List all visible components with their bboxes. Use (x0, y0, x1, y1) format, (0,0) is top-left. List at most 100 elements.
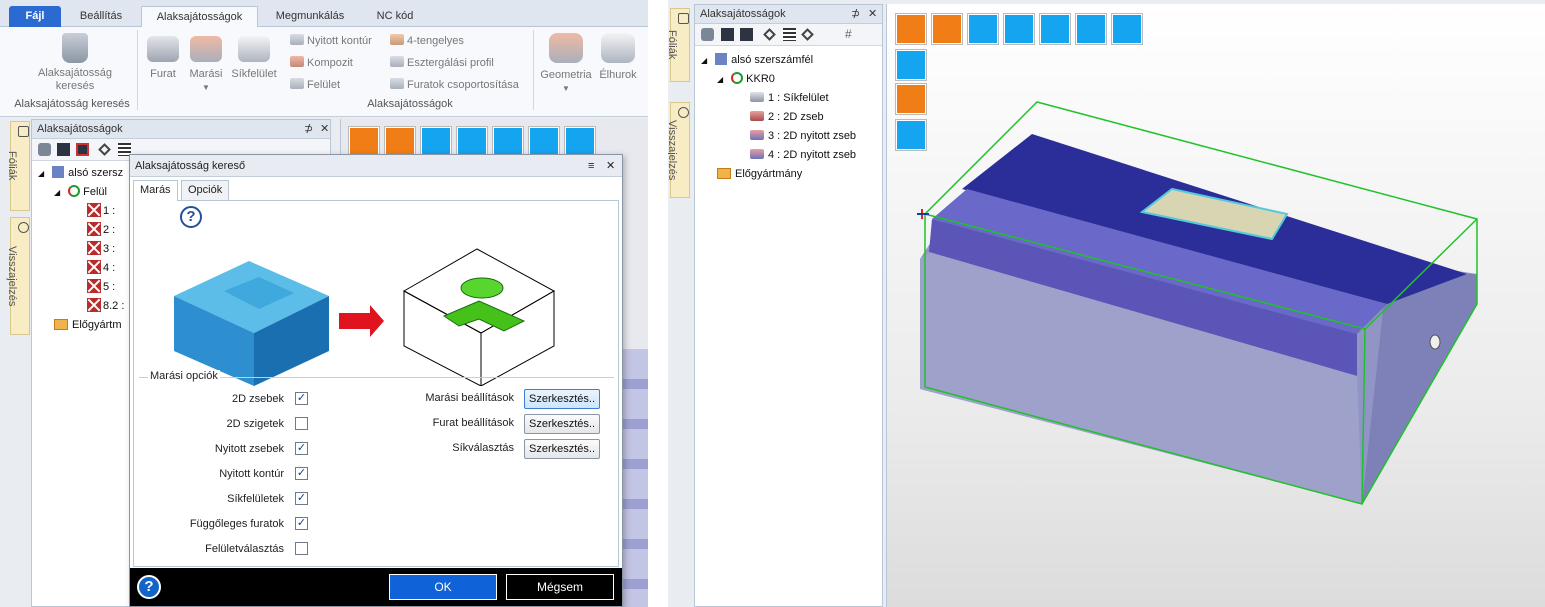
binoculars-icon (62, 33, 88, 63)
tree-root[interactable]: ◢ alsó szersz (38, 164, 123, 183)
pin-icon[interactable]: ⊅ (851, 5, 860, 24)
nyitott-kontur-button[interactable]: Nyitott kontúr (290, 32, 372, 50)
side-tab-foliak[interactable]: Fóliák (668, 8, 690, 82)
option-label: Síkfelületek (227, 493, 284, 505)
diamond-icon[interactable] (98, 143, 111, 156)
esztergalasi-profil-button[interactable]: Esztergálási profil (390, 54, 494, 72)
view-top-icon[interactable] (421, 127, 451, 157)
hash-icon[interactable]: # (845, 27, 858, 41)
zoom-icon[interactable] (493, 127, 523, 157)
panel-title-text: Alaksajátosságok (700, 8, 786, 20)
option-label: Nyitott kontúr (219, 468, 284, 480)
option-checkbox[interactable]: ✓ (295, 492, 308, 505)
option-checkbox[interactable]: ✓ (295, 392, 308, 405)
tab-beallitas[interactable]: Beállítás (68, 6, 134, 27)
kompozit-button[interactable]: Kompozit (290, 54, 353, 72)
view-front-icon[interactable] (385, 127, 415, 157)
pin-icon[interactable]: ⊅ (304, 120, 313, 139)
tree-feature-item[interactable]: 3 : (87, 240, 115, 259)
elhurok-button[interactable]: Élhurok (596, 33, 640, 82)
graphics-viewport[interactable] (886, 4, 1545, 607)
tree-feature-item[interactable]: 1 : Síkfelület (750, 89, 829, 108)
close-icon[interactable]: ✕ (868, 5, 877, 24)
tree-icon[interactable] (38, 143, 51, 156)
features-panel-title: Alaksajátosságok ⊅ ✕ (695, 5, 882, 24)
tree-elogyartmany[interactable]: Előgyártmány (717, 165, 802, 184)
turning-profile-icon (390, 56, 404, 67)
4-tengelyes-button[interactable]: 4-tengelyes (390, 32, 464, 50)
side-tab-visszajelzes[interactable]: Visszajelzés (668, 102, 690, 198)
furat-button[interactable]: Furat (144, 36, 182, 81)
stock-icon[interactable] (740, 28, 753, 41)
felulet-button[interactable]: Felület (290, 76, 340, 94)
close-icon[interactable]: ✕ (606, 155, 615, 177)
elhurok-label: Élhurok (599, 69, 637, 81)
view-tool-icon[interactable] (457, 127, 487, 157)
option-checkbox[interactable]: ✓ (295, 517, 308, 530)
feature-num: 1 : (768, 92, 781, 104)
search-feature-button[interactable]: Alaksajátosság keresés (22, 33, 128, 93)
search-button-label-2: keresés (55, 80, 95, 92)
layers-icon (678, 13, 689, 24)
tree-feature-item[interactable]: 4 : (87, 259, 115, 278)
stock-icon[interactable] (76, 143, 89, 156)
coordinate-icon (68, 185, 81, 197)
group-label: Marási opciók (148, 370, 220, 382)
tab-megmunkalas[interactable]: Megmunkálás (266, 6, 354, 27)
edit-furat-button[interactable]: Szerkesztés.. (524, 414, 600, 434)
sikfelulet-button[interactable]: Síkfelület (228, 36, 280, 81)
cancel-button[interactable]: Mégsem (506, 574, 614, 600)
option-checkbox[interactable] (295, 542, 308, 555)
close-icon[interactable]: ✕ (320, 120, 329, 139)
list-view-icon[interactable] (529, 127, 559, 157)
side-tab-visszajelzes[interactable]: Visszajelzés (6, 217, 30, 335)
cylinder-icon[interactable] (721, 28, 734, 41)
option-checkbox[interactable]: ✓ (295, 467, 308, 480)
felulet-label: Felület (307, 79, 341, 91)
tree-child[interactable]: ◢ Felül (54, 183, 107, 202)
option-checkbox[interactable]: ✓ (295, 442, 308, 455)
tab-alaksajatossagok[interactable]: Alaksajátosságok (141, 6, 258, 27)
tree-elogyartmany[interactable]: Előgyártm (54, 316, 122, 335)
option-label: 2D zsebek (232, 393, 284, 405)
tree-feature-item[interactable]: 8.2 : (87, 297, 124, 316)
list-icon[interactable] (783, 28, 796, 41)
tree-feature-item[interactable]: 2 : 2D zseb (750, 108, 824, 127)
tab-opciok[interactable]: Opciók (181, 180, 230, 200)
edge-loop-icon (601, 33, 635, 63)
tab-maras[interactable]: Marás (133, 180, 178, 201)
tree-root[interactable]: ◢ alsó szerszámfél (701, 51, 813, 70)
marasi-button[interactable]: Marási ▼ (186, 36, 226, 94)
tree-feature-item[interactable]: 2 : (87, 221, 115, 240)
tree-feature-item[interactable]: 3 : 2D nyitott zseb (750, 127, 856, 146)
features-panel: Alaksajátosságok ⊅ ✕ # ◢ alsó szerszámfél… (694, 4, 883, 607)
help-button[interactable]: ? (137, 575, 161, 599)
side-tab-foliak[interactable]: Fóliák (6, 121, 30, 211)
grid-icon[interactable] (565, 127, 595, 157)
option-label: 2D szigetek (226, 418, 284, 430)
tree-feature-item[interactable]: 4 : 2D nyitott zseb (750, 146, 856, 165)
tree-feature-item[interactable]: 1 : (87, 202, 115, 221)
plane-icon[interactable] (801, 28, 814, 41)
tree-icon[interactable] (701, 28, 714, 41)
ok-button[interactable]: OK (389, 574, 497, 600)
geometria-button[interactable]: Geometria ▼ (538, 33, 594, 95)
edit-sikvalasztas-button[interactable]: Szerkesztés.. (524, 439, 600, 459)
help-icon[interactable]: ? (180, 206, 202, 228)
edit-marasi-button[interactable]: Szerkesztés.. (524, 389, 600, 409)
furatok-csoportositasa-button[interactable]: Furatok csoportosítása (390, 76, 519, 94)
tree-child[interactable]: ◢ KKR0 (717, 70, 775, 89)
tab-fajl[interactable]: Fájl (9, 6, 61, 27)
surface-icon (290, 78, 304, 89)
view-iso-icon[interactable] (349, 127, 379, 157)
tree-feature-item[interactable]: 5 : (87, 278, 115, 297)
menu-icon[interactable]: ≡ (588, 155, 594, 177)
diamond-icon[interactable] (763, 28, 776, 41)
tree-child-label: Felül (83, 186, 107, 198)
furatok-csop-label: Furatok csoportosítása (407, 79, 519, 91)
option-label: Függőleges furatok (189, 518, 284, 530)
cylinder-icon[interactable] (57, 143, 70, 156)
ribbon-body: Alaksajátosság keresés Alaksajátosság ke… (0, 27, 648, 117)
option-checkbox[interactable] (295, 417, 308, 430)
tab-nc-kod[interactable]: NC kód (362, 6, 428, 27)
